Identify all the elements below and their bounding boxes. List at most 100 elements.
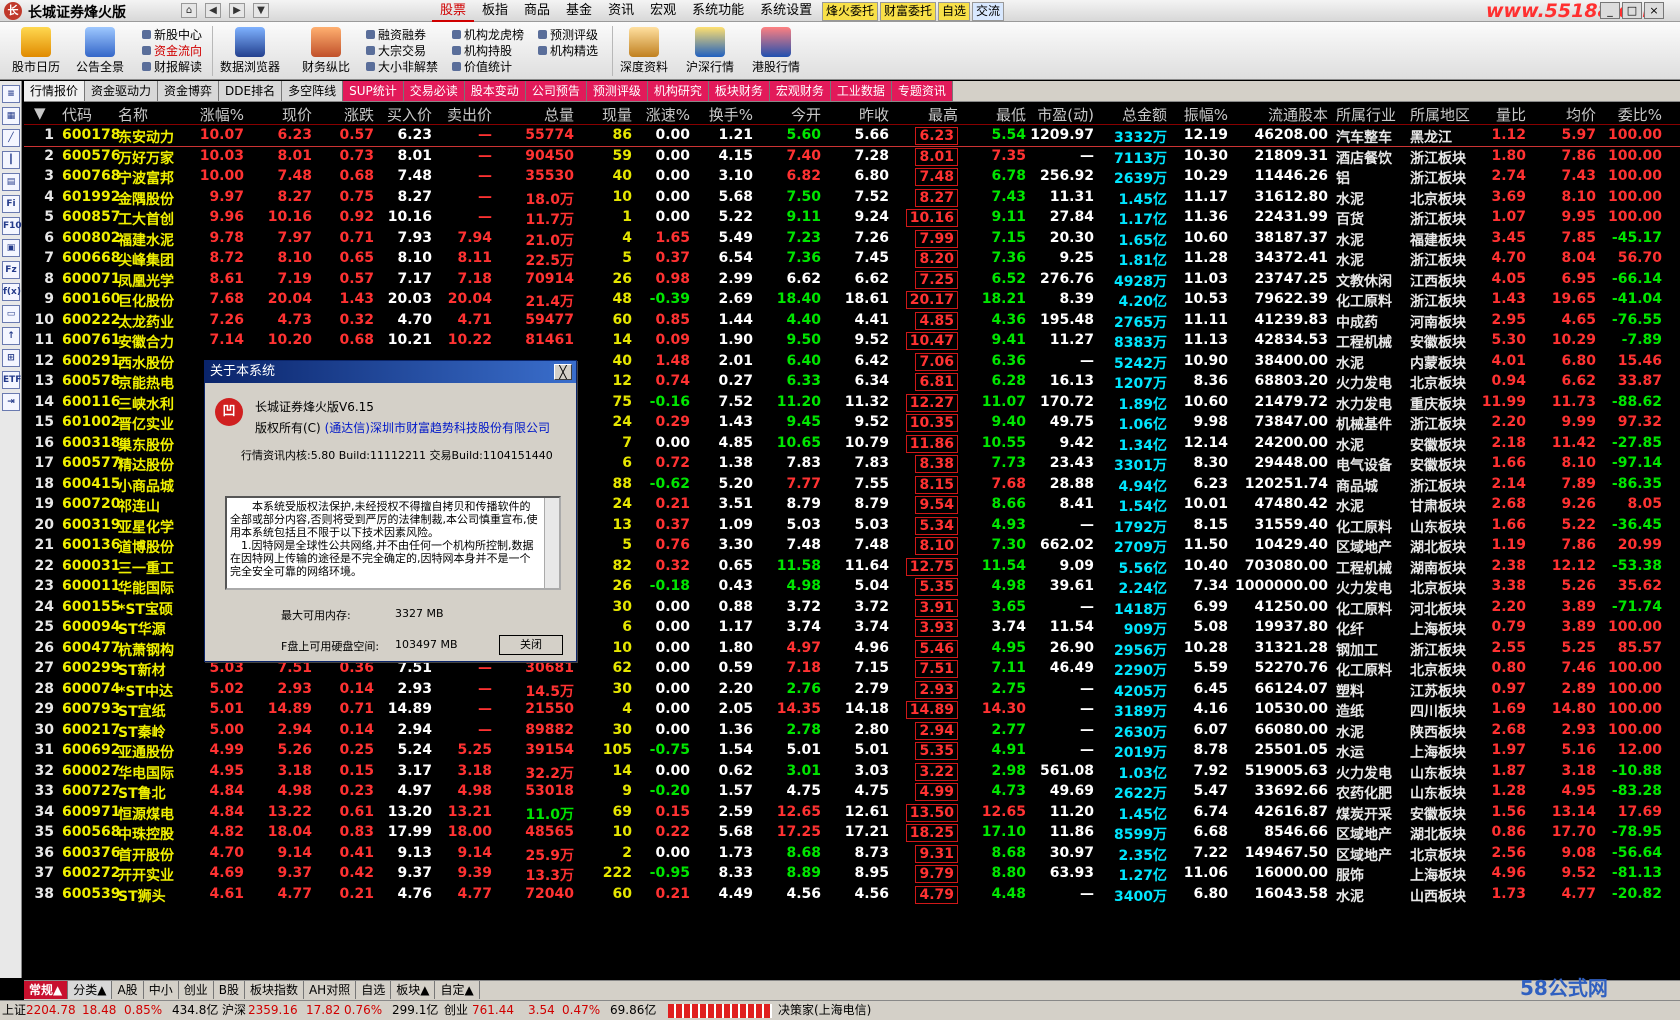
tb-holdings[interactable]: 机构持股 — [452, 43, 524, 59]
grid-icon[interactable]: ▦ — [2, 107, 20, 125]
tab-12[interactable]: 宏观财务 — [769, 81, 831, 101]
tab-7[interactable]: 股本变动 — [464, 81, 526, 101]
hk-quote-button[interactable]: 港股行情 — [746, 24, 806, 78]
col-header-9[interactable]: 涨速% — [646, 104, 690, 125]
table-row[interactable]: 8 600071 凤凰光学 8.61 7.19 0.57 7.17 7.18 70914 26 0.… — [24, 269, 1680, 291]
server-name[interactable]: 决策家(上海电信) — [778, 1001, 871, 1020]
col-header-20[interactable]: 所属地区 — [1410, 104, 1470, 125]
badge-caifu-order[interactable]: 财富委托 — [880, 2, 937, 21]
col-header-12[interactable]: 昨收 — [859, 104, 889, 125]
tab-3[interactable]: DDE排名 — [219, 81, 283, 101]
col-header-0[interactable]: 代码 — [62, 104, 92, 125]
folder-icon[interactable]: ▭ — [2, 305, 20, 323]
back-icon[interactable]: ◀ — [205, 3, 221, 18]
sheet-ah[interactable]: AH对照 — [304, 981, 357, 999]
table-row[interactable]: 3 600768 宁波富邦 10.00 7.48 0.68 7.48 — 35530 40 0.00… — [24, 166, 1680, 188]
tb-margin[interactable]: 融资融券 — [366, 27, 438, 43]
col-header-23[interactable]: 委比% — [1618, 104, 1662, 125]
list-icon[interactable]: ≡ — [2, 85, 20, 103]
table-row[interactable]: 1 600178 东安动力 10.07 6.23 0.57 6.23 — 55774 86 0.00… — [24, 125, 1680, 147]
tab-2[interactable]: 资金博弈 — [158, 81, 220, 101]
sheet-gem[interactable]: 创业 — [179, 981, 214, 999]
col-header-22[interactable]: 均价 — [1566, 104, 1596, 125]
col-header-11[interactable]: 今开 — [791, 104, 821, 125]
calc-icon[interactable]: ⊞ — [2, 349, 20, 367]
col-header-3[interactable]: 现价 — [282, 104, 312, 125]
formula-icon[interactable]: f(x) — [2, 283, 21, 301]
fz-icon[interactable]: Fz — [2, 261, 20, 279]
col-header-7[interactable]: 总量 — [544, 104, 574, 125]
close-icon[interactable]: × — [1644, 2, 1664, 19]
table-row[interactable]: 33 600727 ST鲁北 4.84 4.98 0.23 4.97 4.98 53018 9 -0… — [24, 781, 1680, 803]
tb-unlock[interactable]: 大小非解禁 — [366, 59, 438, 75]
tab-8[interactable]: 公司预告 — [525, 81, 587, 101]
forward-icon[interactable]: ▶ — [229, 3, 245, 18]
col-header-6[interactable]: 卖出价 — [447, 104, 492, 125]
tab-1[interactable]: 资金驱动力 — [85, 81, 159, 101]
minimize-icon[interactable]: _ — [1600, 2, 1620, 19]
dropdown-icon[interactable]: ▼ — [253, 3, 269, 18]
col-header-16[interactable]: 总金额 — [1122, 104, 1167, 125]
col-header-15[interactable]: 市盈(动) — [1037, 104, 1094, 125]
table-row[interactable]: 34 600971 恒源煤电 4.84 13.22 0.61 13.20 13.21 11.0万… — [24, 802, 1680, 824]
tab-5[interactable]: SUP统计 — [343, 81, 404, 101]
menu-system-function[interactable]: 系统功能 — [684, 2, 752, 20]
menu-system-settings[interactable]: 系统设置 — [752, 2, 820, 20]
calendar-button[interactable]: 股市日历 — [6, 24, 66, 78]
sheet-a-share[interactable]: A股 — [112, 981, 144, 999]
col-header-21[interactable]: 量比 — [1496, 104, 1526, 125]
table-row[interactable]: 6 600802 福建水泥 9.78 7.97 0.71 7.93 7.94 21.0万 4 1.6… — [24, 228, 1680, 250]
tb-new-stock[interactable]: 新股中心 — [142, 27, 202, 43]
tb-report[interactable]: 财报解读 — [142, 59, 202, 75]
menu-fund[interactable]: 基金 — [558, 2, 600, 20]
menu-news[interactable]: 资讯 — [600, 2, 642, 20]
sheet-sme[interactable]: 中小 — [144, 981, 179, 999]
home-icon[interactable]: ⌂ — [181, 3, 197, 18]
etf-icon[interactable]: ETF — [2, 371, 21, 389]
menu-macro[interactable]: 宏观 — [642, 2, 684, 20]
table-row[interactable]: 30 600217 ST秦岭 5.00 2.94 0.14 2.94 — 89882 30 0.00… — [24, 720, 1680, 742]
table-row[interactable]: 28 600074 *ST中达 5.02 2.93 0.14 2.93 — 14.5万 30 0.0… — [24, 679, 1680, 701]
col-header-18[interactable]: 流通股本 — [1268, 104, 1328, 125]
tb-money-flow[interactable]: 资金流向 — [142, 43, 202, 59]
textbox-scrollbar[interactable] — [544, 498, 559, 588]
sheet-sector[interactable]: 板块▲ — [391, 981, 436, 999]
chart-icon[interactable]: ╱ — [2, 129, 20, 147]
tb-selection[interactable]: 机构精选 — [538, 43, 598, 59]
tab-14[interactable]: 专题资讯 — [891, 81, 953, 101]
news-icon[interactable]: ▣ — [2, 239, 20, 257]
tab-9[interactable]: 预测评级 — [586, 81, 648, 101]
tab-0[interactable]: 行情报价 — [24, 81, 86, 101]
badge-exchange[interactable]: 交流 — [972, 2, 1005, 21]
fin-icon[interactable]: Fi — [2, 195, 20, 213]
table-row[interactable]: 37 600272 开开实业 4.69 9.37 0.42 9.37 9.39 13.3万 222… — [24, 863, 1680, 885]
tb-block-trade[interactable]: 大宗交易 — [366, 43, 438, 59]
table-row[interactable]: 5 600857 工大首创 9.96 10.16 0.92 10.16 — 11.7万 1 0.00… — [24, 207, 1680, 229]
tab-6[interactable]: 交易必读 — [403, 81, 465, 101]
table-icon[interactable]: ▤ — [2, 173, 20, 191]
col-header-5[interactable]: 买入价 — [387, 104, 432, 125]
sheet-watchlist[interactable]: 自选 — [356, 981, 392, 999]
license-textbox[interactable]: 本系统受版权法保护,未经授权不得擅自拷贝和传播软件的全部或部分内容,否则将受到严… — [225, 496, 561, 590]
table-row[interactable]: 4 601992 金隅股份 9.97 8.27 0.75 8.27—18.0万 10 0.00 5… — [24, 187, 1680, 209]
sheet-normal[interactable]: 常规▲ — [24, 981, 69, 999]
col-header-17[interactable]: 振幅% — [1184, 104, 1228, 125]
tab-4[interactable]: 多空阵线 — [282, 81, 344, 101]
table-row[interactable]: 38 600539 ST狮头 4.61 4.77 0.21 4.76 4.77 72040 60 0… — [24, 884, 1680, 906]
close-button[interactable]: 关闭 — [499, 635, 563, 655]
table-row[interactable]: 7 600668 尖峰集团 8.72 8.10 0.65 8.10 8.11 22.5万 5 0.3… — [24, 248, 1680, 270]
col-header-19[interactable]: 所属行业 — [1336, 104, 1396, 125]
sort-menu-icon[interactable]: ▼ — [34, 104, 46, 122]
col-header-8[interactable]: 现量 — [602, 104, 632, 125]
menu-stock[interactable]: 股票 — [432, 2, 475, 22]
table-row[interactable]: 36 600376 首开股份 4.70 9.14 0.41 9.13 9.14 25.9万 2 0.… — [24, 843, 1680, 865]
table-row[interactable]: 9 600160 巨化股份 7.68 20.04 1.43 20.03 20.04 21.4万 4… — [24, 289, 1680, 311]
deep-data-button[interactable]: 深度资料 — [614, 24, 674, 78]
table-row[interactable]: 10 600222 太龙药业 7.26 4.73 0.32 4.70 4.71 59477 60 0… — [24, 310, 1680, 332]
dialog-close-icon[interactable]: ╳ — [554, 364, 572, 380]
tb-dragon-tiger[interactable]: 机构龙虎榜 — [452, 27, 524, 43]
sheet-b-share[interactable]: B股 — [214, 981, 245, 999]
arrow-icon[interactable]: ↑ — [2, 327, 20, 345]
table-row[interactable]: 31 600692 亚通股份 4.99 5.26 0.25 5.24 5.25 39154 105… — [24, 740, 1680, 762]
tab-10[interactable]: 机构研究 — [647, 81, 709, 101]
